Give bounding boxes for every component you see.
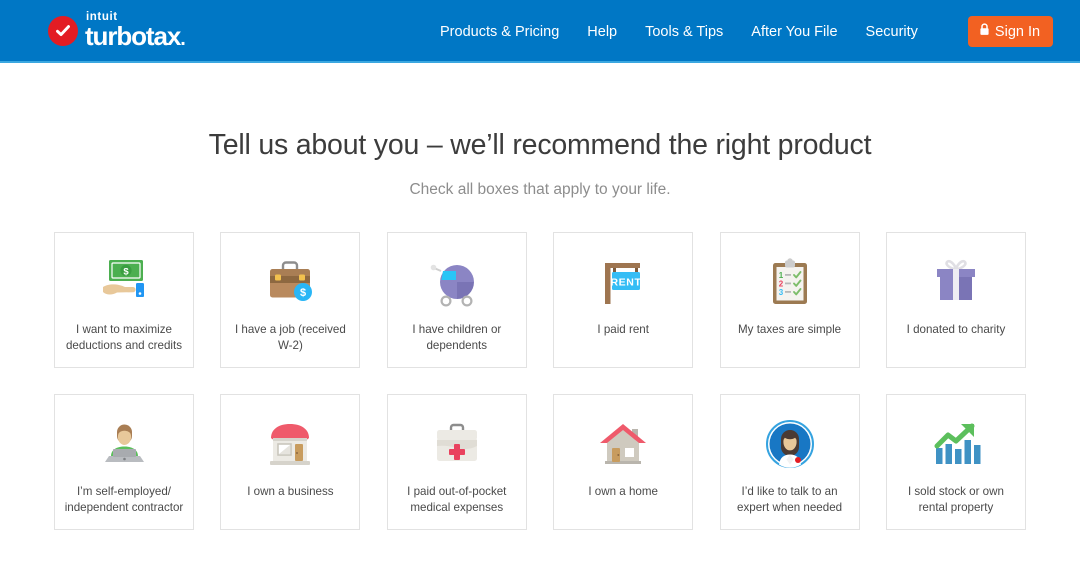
card-label: I own a business (247, 485, 334, 498)
lock-icon (979, 23, 990, 40)
svg-text:$: $ (123, 266, 129, 277)
card-children-dependents[interactable]: I have children or dependents (386, 232, 527, 368)
card-own-business[interactable]: I own a business (220, 394, 361, 530)
card-label: I’d like to talk to an expert when neede… (737, 485, 843, 515)
situation-card-grid: $ I want to maximize deductions and cred… (54, 232, 1026, 530)
gift-box-icon (921, 251, 991, 313)
card-label: I have a job (received W-2) (234, 323, 346, 353)
card-label: I’m self-employed/ independent contracto… (64, 485, 184, 515)
card-have-a-job[interactable]: $ I have a job (received W-2) (220, 232, 361, 368)
site-header: intuit turbotax. Products & Pricing Help… (0, 0, 1080, 63)
nav-item-help[interactable]: Help (587, 24, 617, 40)
turbotax-logo[interactable]: intuit turbotax. (48, 12, 186, 51)
nav-item-tools-tips[interactable]: Tools & Tips (645, 24, 723, 40)
card-medical-expenses[interactable]: I paid out-of-pocket medical expenses (386, 394, 527, 530)
card-label: I paid out-of-pocket medical expenses (407, 485, 507, 515)
svg-text:RENT: RENT (611, 277, 642, 289)
card-paid-rent[interactable]: RENT I paid rent (553, 232, 694, 368)
first-aid-kit-icon (422, 413, 492, 475)
nav-item-after-you-file[interactable]: After You File (751, 24, 837, 40)
card-self-employed[interactable]: I’m self-employed/ independent contracto… (54, 394, 194, 530)
sign-in-button[interactable]: Sign In (967, 16, 1054, 47)
primary-navigation: Products & Pricing Help Tools & Tips Aft… (440, 0, 1054, 63)
briefcase-icon: $ (255, 251, 325, 313)
nav-item-security[interactable]: Security (866, 24, 918, 40)
expert-avatar-icon (755, 413, 825, 475)
svg-text:3: 3 (778, 288, 783, 297)
growth-chart-icon (921, 413, 991, 475)
card-own-home[interactable]: I own a home (553, 394, 694, 530)
sign-in-label: Sign In (994, 23, 1041, 40)
baby-carriage-icon (422, 251, 492, 313)
check-icon (48, 15, 78, 46)
card-label: I want to maximize deductions and credit… (65, 323, 182, 353)
card-donated-charity[interactable]: I donated to charity (885, 232, 1026, 368)
card-label: I sold stock or own rental property (907, 485, 1004, 515)
card-label: I have children or dependents (412, 323, 502, 353)
storefront-icon (255, 413, 325, 475)
card-label: I donated to charity (906, 323, 1006, 336)
nav-item-products-pricing[interactable]: Products & Pricing (440, 24, 559, 40)
card-label: My taxes are simple (738, 323, 842, 336)
page-title: Tell us about you – we’ll recommend the … (208, 129, 872, 161)
card-label: I paid rent (597, 323, 649, 336)
clipboard-checklist-icon: 1 2 3 (755, 251, 825, 313)
person-laptop-icon (89, 413, 159, 475)
house-icon (588, 413, 658, 475)
money-in-hand-icon: $ (89, 251, 159, 313)
svg-text:$: $ (300, 287, 306, 299)
main-content: Tell us about you – we’ll recommend the … (0, 63, 1080, 530)
logo-text: intuit turbotax. (85, 12, 186, 51)
card-stock-rental-property[interactable]: I sold stock or own rental property (885, 394, 1026, 530)
page-subtitle: Check all boxes that apply to your life. (409, 181, 671, 198)
logo-product-text: turbotax. (85, 20, 186, 51)
card-maximize-deductions[interactable]: $ I want to maximize deductions and cred… (54, 232, 194, 368)
rent-sign-icon: RENT (588, 251, 658, 313)
card-label: I own a home (588, 485, 658, 498)
card-taxes-simple[interactable]: 1 2 3 My taxes are simple (719, 232, 860, 368)
card-talk-to-expert[interactable]: I’d like to talk to an expert when neede… (719, 394, 860, 530)
